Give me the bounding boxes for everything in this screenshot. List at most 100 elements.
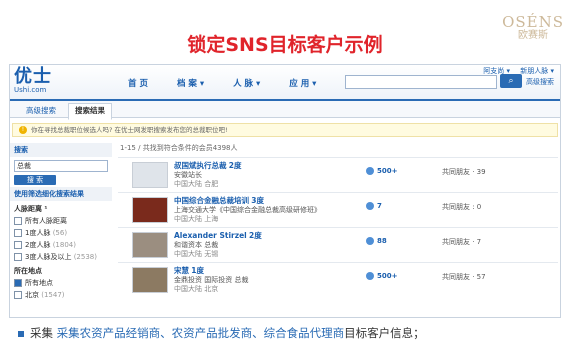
filter-option[interactable]: 所有地点 <box>10 277 112 289</box>
result-name[interactable]: 宋慧 <box>174 266 189 275</box>
bullet-square-icon <box>18 330 24 337</box>
checkbox[interactable] <box>14 253 22 261</box>
sidebar-search-title: 搜索 <box>10 143 112 157</box>
avatar[interactable] <box>132 267 168 293</box>
bullet-tail: 目标客户信息； <box>344 326 425 340</box>
checkbox[interactable] <box>14 217 22 225</box>
filter-option[interactable]: 北京 (1547) <box>10 289 112 301</box>
connections-count: 500+ <box>366 272 397 280</box>
info-icon: ! <box>19 126 27 134</box>
filter-title: 使用筛选细化搜索结果 <box>10 187 112 201</box>
filter-option-label: 北京 <box>25 291 39 299</box>
filter-option[interactable]: 2度人脉 (1804) <box>10 239 112 251</box>
filter-group-distance: 人脉距离 ¹ <box>14 205 48 213</box>
result-name[interactable]: Alexander Stirzel <box>174 231 247 240</box>
filter-option-label: 1度人脉 <box>25 229 51 237</box>
nav-network[interactable]: 人 脉 ▾ <box>233 79 260 89</box>
common-friends[interactable]: 共同朋友 : 0 <box>442 202 481 212</box>
checkbox[interactable] <box>14 241 22 249</box>
site-header: 优士 Ushi.com 首 页 档 案 ▾ 人 脉 ▾ 应 用 ▾ 阿支尚 ▾ … <box>10 65 560 101</box>
connections-count: 500+ <box>366 167 397 175</box>
checkbox[interactable] <box>14 291 22 299</box>
search-icon: ⌕ <box>508 76 514 86</box>
filter-option[interactable]: 3度人脉及以上 (2538) <box>10 251 112 263</box>
common-friends[interactable]: 共同朋友 · 39 <box>442 167 486 177</box>
nav-home[interactable]: 首 页 <box>128 79 148 89</box>
bullet-highlight: 采集农资产品经销商、农资产品批发商、综合食品代理商 <box>56 326 345 340</box>
connections-value: 500+ <box>377 272 398 280</box>
result-row[interactable]: Alexander Stirzel 2度 和谐资本 总裁 中国大陆 无锡 88 … <box>118 227 558 262</box>
result-info: 中国综合金融总裁培训 3度 上海交通大学《中国综合金融总裁高级研修班》 中国大陆… <box>174 196 321 224</box>
people-icon <box>366 167 374 175</box>
filter-option-label: 所有地点 <box>25 279 53 287</box>
brand-logo-cn: 欧赛斯 <box>518 30 549 41</box>
nav-profile[interactable]: 档 案 ▾ <box>177 79 204 89</box>
site-logo-url: Ushi.com <box>14 86 47 94</box>
keyword-input[interactable]: 总裁 <box>14 160 108 172</box>
people-icon <box>366 237 374 245</box>
sidebar-search-button[interactable]: 搜 索 <box>14 175 56 185</box>
connections-value: 7 <box>377 202 382 210</box>
bullet-lead: 采集 <box>30 326 53 340</box>
main-nav: 首 页 档 案 ▾ 人 脉 ▾ 应 用 ▾ <box>128 77 342 89</box>
connections-value: 500+ <box>377 167 398 175</box>
result-location: 中国大陆 合肥 <box>174 180 219 188</box>
top-link-network[interactable]: 新朋人脉 ▾ <box>520 67 554 75</box>
connections-count: 88 <box>366 237 387 245</box>
connections-value: 88 <box>377 237 387 245</box>
results-panel: 1-15 / 共找到符合条件的会员4398人 叔国斌执行总裁 2度 安徽站长 中… <box>118 141 558 317</box>
result-location: 中国大陆 无锡 <box>174 250 219 258</box>
search-input[interactable] <box>345 75 497 89</box>
slide-title: 锁定SNS目标客户示例 <box>187 34 383 56</box>
website-screenshot: 优士 Ushi.com 首 页 档 案 ▾ 人 脉 ▾ 应 用 ▾ 阿支尚 ▾ … <box>9 64 561 318</box>
filter-option-count: (56) <box>52 229 68 237</box>
connections-count: 7 <box>366 202 382 210</box>
people-icon <box>366 202 374 210</box>
filter-option-label: 3度人脉及以上 <box>25 253 72 261</box>
result-title: 金鼎投资 国际投资 总裁 <box>174 276 249 284</box>
result-info: 宋慧 1度 金鼎投资 国际投资 总裁 中国大陆 北京 <box>174 266 248 294</box>
result-title: 和谐资本 总裁 <box>174 241 219 249</box>
search-button[interactable]: ⌕ <box>500 74 522 88</box>
advanced-search-link[interactable]: 高级搜索 <box>526 77 554 87</box>
degree-badge: 2度 <box>248 231 262 240</box>
result-name[interactable]: 中国综合金融总裁培训 <box>174 196 249 205</box>
site-logo[interactable]: 优士 Ushi.com <box>14 67 78 94</box>
slide-bullet: 采集 采集农资产品经销商、农资产品批发商、综合食品代理商目标客户信息； <box>18 325 425 341</box>
result-title: 安徽站长 <box>174 171 202 179</box>
result-name[interactable]: 叔国斌执行总裁 <box>174 161 227 170</box>
result-info: Alexander Stirzel 2度 和谐资本 总裁 中国大陆 无锡 <box>174 231 262 259</box>
avatar[interactable] <box>132 197 168 223</box>
checkbox-checked[interactable] <box>14 279 22 287</box>
result-row[interactable]: 叔国斌执行总裁 2度 安徽站长 中国大陆 合肥 500+ 共同朋友 · 39 <box>118 157 558 192</box>
nav-apps[interactable]: 应 用 ▾ <box>289 79 316 89</box>
tab-bar: 高级搜索 搜索结果 <box>10 101 560 120</box>
filter-option-count: (1804) <box>52 241 76 249</box>
tab-search-results[interactable]: 搜索结果 <box>68 103 112 120</box>
brand-logo: OSÉNS 欧赛斯 <box>502 14 564 42</box>
tab-advanced-search[interactable]: 高级搜索 <box>20 104 62 117</box>
filter-group-location: 所在地点 <box>14 267 42 275</box>
avatar[interactable] <box>132 232 168 258</box>
people-icon <box>366 272 374 280</box>
filter-option[interactable]: 1度人脉 (56) <box>10 227 112 239</box>
filter-option[interactable]: 所有人脉距离 <box>10 215 112 227</box>
result-row[interactable]: 宋慧 1度 金鼎投资 国际投资 总裁 中国大陆 北京 500+ 共同朋友 · 5… <box>118 262 558 297</box>
results-count: 1-15 / 共找到符合条件的会员4398人 <box>120 144 238 152</box>
common-friends[interactable]: 共同朋友 · 57 <box>442 272 486 282</box>
filter-sidebar: 搜索 总裁 搜 索 使用筛选细化搜索结果 人脉距离 ¹ 所有人脉距离 1度人脉 … <box>10 141 112 317</box>
degree-badge: 3度 <box>251 196 264 205</box>
filter-option-label: 2度人脉 <box>25 241 51 249</box>
result-location: 中国大陆 北京 <box>174 285 219 293</box>
notice-text: 你在寻找总裁职位候选人吗? 在优士网发职搜索发布您的总裁职位吧! <box>31 126 228 134</box>
degree-badge: 1度 <box>191 266 204 275</box>
result-location: 中国大陆 上海 <box>174 215 219 223</box>
avatar[interactable] <box>132 162 168 188</box>
degree-badge: 2度 <box>228 161 242 170</box>
filter-option-label: 所有人脉距离 <box>25 217 67 225</box>
common-friends[interactable]: 共同朋友 · 7 <box>442 237 481 247</box>
result-row[interactable]: 中国综合金融总裁培训 3度 上海交通大学《中国综合金融总裁高级研修班》 中国大陆… <box>118 192 558 227</box>
result-info: 叔国斌执行总裁 2度 安徽站长 中国大陆 合肥 <box>174 161 241 189</box>
result-title: 上海交通大学《中国综合金融总裁高级研修班》 <box>174 206 321 214</box>
checkbox[interactable] <box>14 229 22 237</box>
